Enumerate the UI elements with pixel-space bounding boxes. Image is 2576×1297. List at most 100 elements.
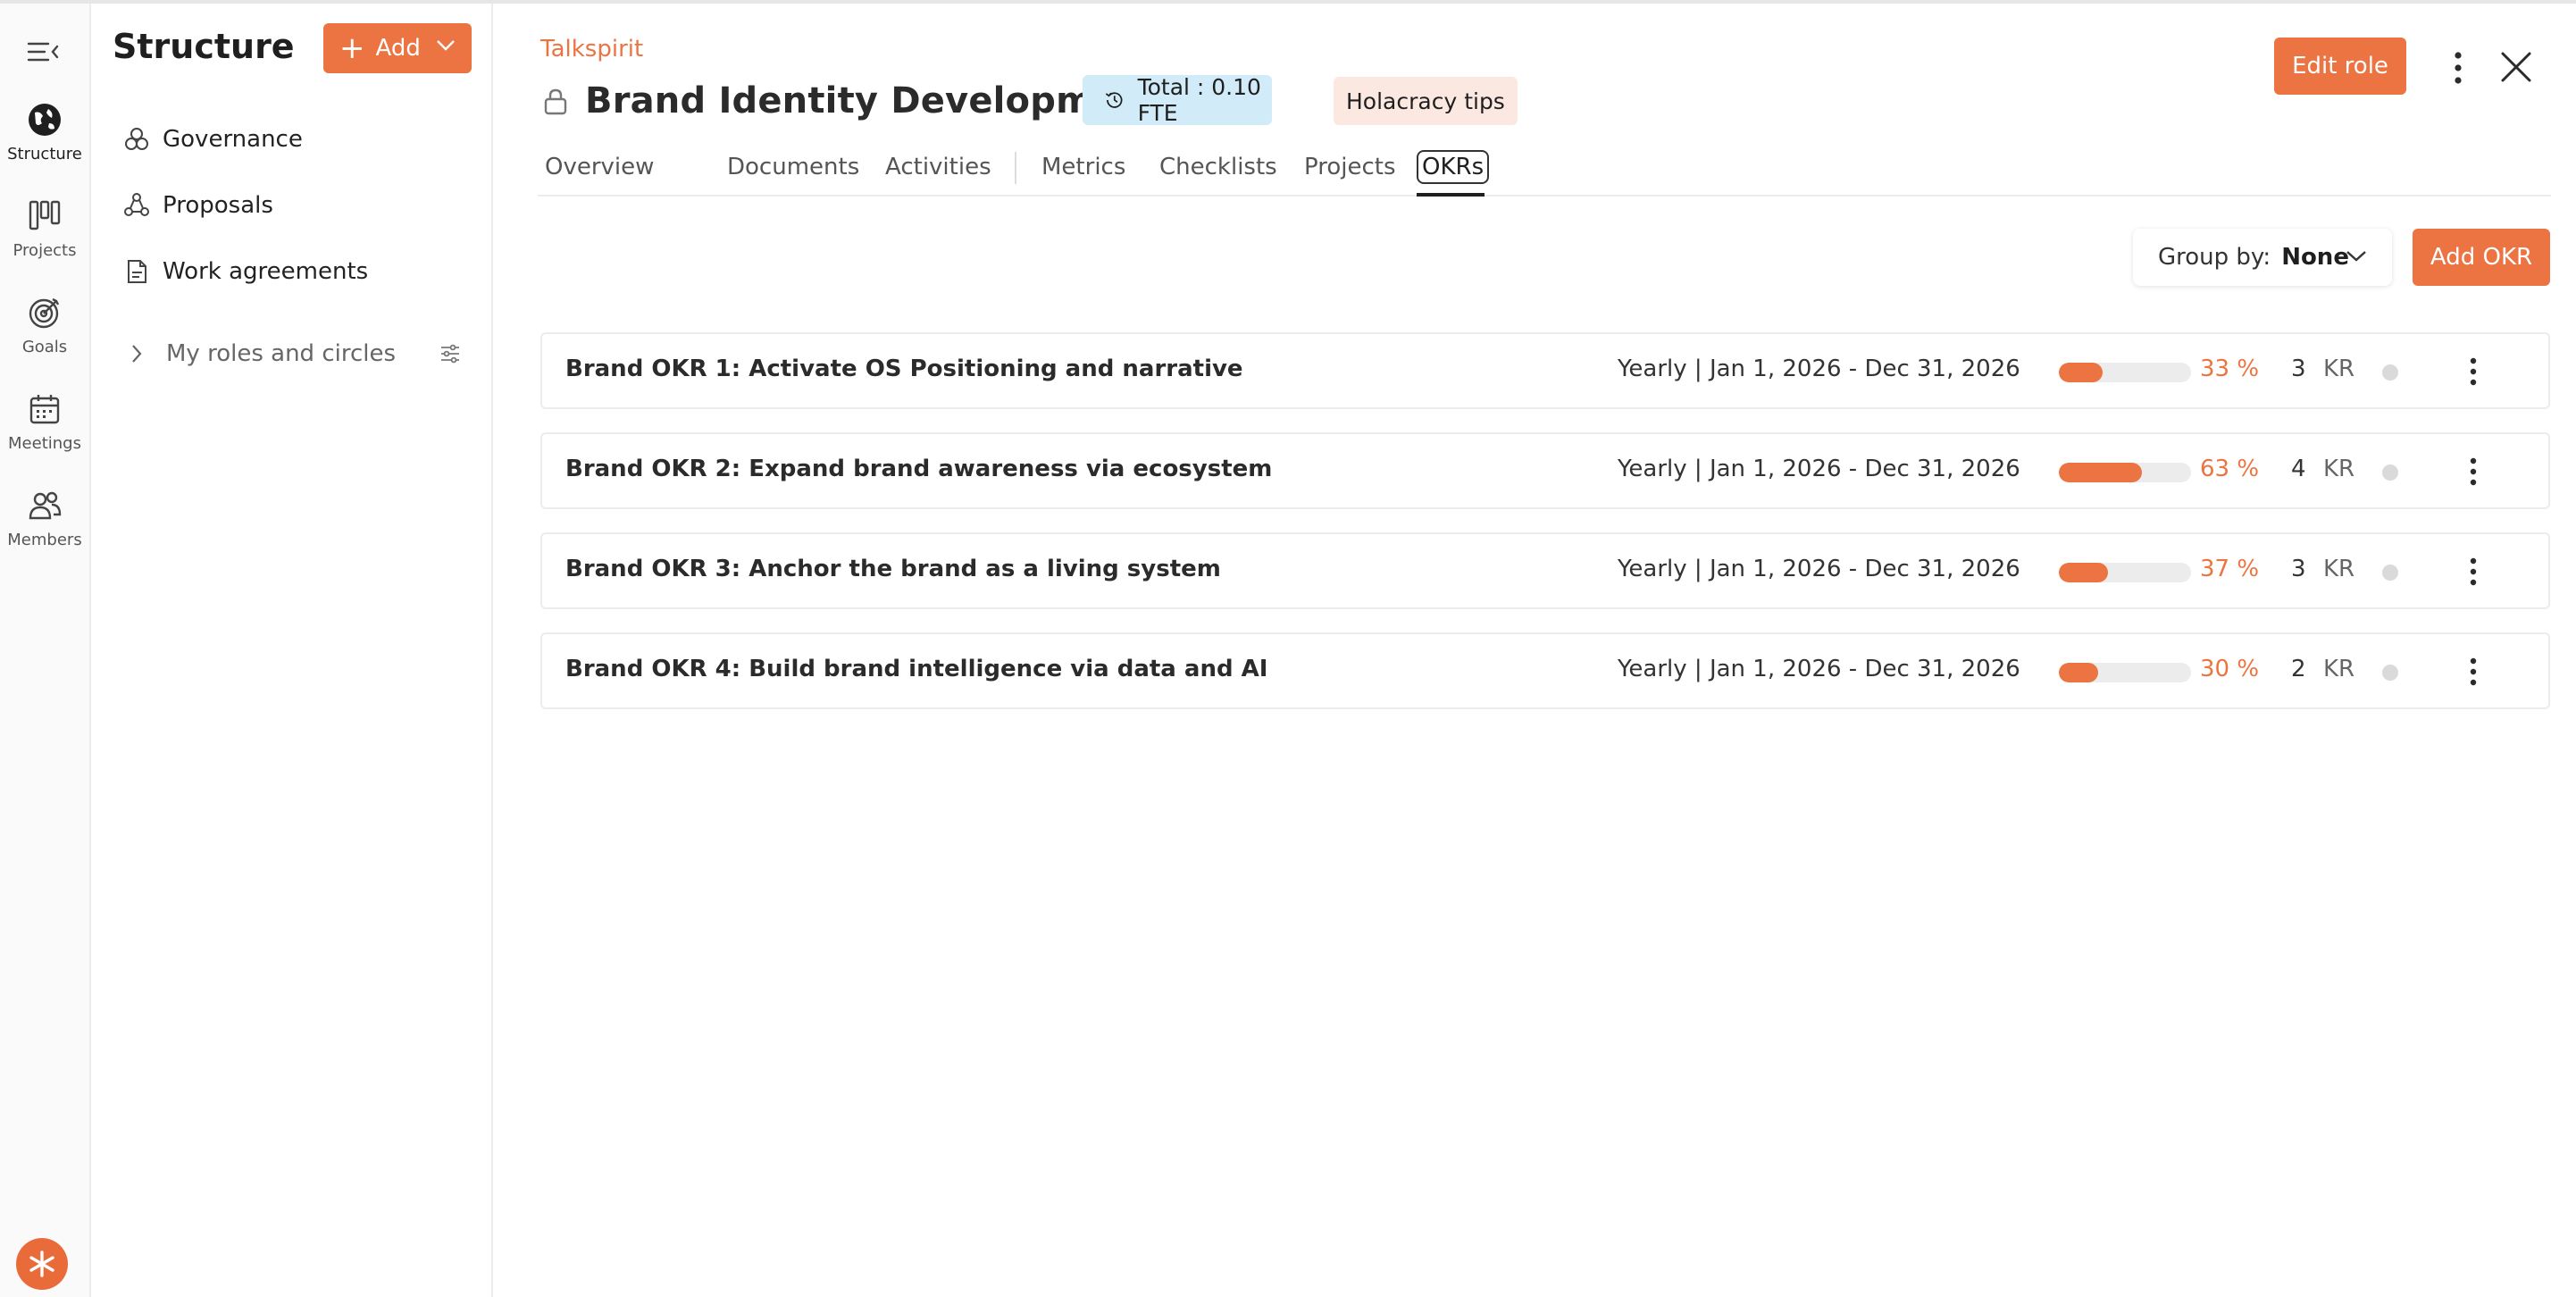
okr-kr-label: KR: [2323, 556, 2355, 582]
holacracy-tips-badge[interactable]: Holacracy tips: [1334, 77, 1518, 125]
active-tab-indicator: [1417, 193, 1485, 197]
rail-item-goals[interactable]: Goals: [0, 295, 89, 356]
proposals-icon: [124, 193, 149, 216]
okr-progress-bar: [2059, 563, 2191, 582]
add-okr-button[interactable]: Add OKR: [2413, 229, 2550, 286]
okr-title: Brand OKR 3: Anchor the brand as a livin…: [565, 556, 1221, 582]
okr-kr-count: 3: [2291, 356, 2306, 382]
rail-item-members[interactable]: Members: [0, 488, 89, 549]
page-title: Brand Identity Development: [585, 80, 1161, 121]
tab-separator: [1015, 152, 1016, 184]
plus-icon: +: [339, 30, 365, 66]
app-logo[interactable]: [16, 1238, 68, 1290]
chevron-down-icon: [2346, 251, 2366, 262]
edit-role-label: Edit role: [2292, 53, 2388, 79]
okr-kr-label: KR: [2323, 456, 2355, 482]
okr-kr-count: 4: [2291, 456, 2306, 482]
okr-status-dot: [2382, 464, 2398, 481]
document-icon: [128, 260, 146, 283]
close-icon[interactable]: [2499, 50, 2533, 84]
asterisk-logo-icon: [29, 1251, 54, 1277]
okr-progress-fill: [2059, 663, 2099, 682]
okr-more-options-icon[interactable]: [2468, 656, 2479, 688]
structure-sidebar: Structure + Add Governance Proposals Wor…: [91, 4, 493, 1297]
okr-title: Brand OKR 2: Expand brand awareness via …: [565, 456, 1273, 482]
app-rail: Structure Projects Goals Meetings Member…: [0, 4, 91, 1297]
okr-status-dot: [2382, 665, 2398, 681]
edit-role-button[interactable]: Edit role: [2274, 38, 2406, 95]
group-by-select[interactable]: Group by: None: [2133, 229, 2392, 286]
tab-activities[interactable]: Activities: [885, 154, 991, 180]
target-icon: [29, 297, 60, 329]
history-icon: [1105, 92, 1123, 108]
okr-kr-count: 3: [2291, 556, 2306, 582]
okr-more-options-icon[interactable]: [2468, 556, 2479, 588]
tab-okrs[interactable]: OKRs: [1417, 150, 1490, 184]
rail-item-meetings[interactable]: Meetings: [0, 391, 89, 453]
add-button-label: Add: [375, 35, 421, 62]
sidebar-item-label: Governance: [163, 126, 303, 153]
group-by-value: None: [2281, 244, 2349, 271]
fte-badge[interactable]: Total : 0.10 FTE: [1083, 74, 1272, 126]
tab-checklists[interactable]: Checklists: [1159, 154, 1277, 180]
more-options-icon[interactable]: [2451, 50, 2465, 86]
okr-title: Brand OKR 4: Build brand intelligence vi…: [565, 656, 1268, 682]
add-button[interactable]: + Add: [323, 23, 472, 73]
okr-period: Yearly | Jan 1, 2026 - Dec 31, 2026: [1618, 356, 2020, 382]
rail-item-structure[interactable]: Structure: [0, 102, 89, 163]
kanban-icon: [29, 200, 61, 230]
org-link[interactable]: Talkspirit: [540, 36, 643, 63]
rail-label: Meetings: [8, 434, 81, 453]
rail-item-projects[interactable]: Projects: [0, 198, 89, 260]
sidebar-title: Structure: [113, 27, 295, 66]
okr-progress-bar: [2059, 663, 2191, 682]
roles-label: My roles and circles: [166, 340, 397, 367]
okr-period: Yearly | Jan 1, 2026 - Dec 31, 2026: [1618, 556, 2020, 582]
okr-progress-percent: 37 %: [2200, 556, 2260, 582]
okr-row[interactable]: Brand OKR 2: Expand brand awareness via …: [540, 432, 2550, 509]
okr-progress-percent: 30 %: [2200, 656, 2260, 682]
group-by-label: Group by:: [2158, 244, 2271, 271]
okr-kr-label: KR: [2323, 356, 2355, 382]
role-tabs: Overview Documents Activities Metrics Ch…: [538, 146, 2551, 197]
chevron-down-icon: [437, 40, 455, 51]
okr-status-dot: [2382, 565, 2398, 581]
calendar-icon: [29, 395, 60, 424]
okr-progress-bar: [2059, 363, 2191, 382]
collapse-menu-icon[interactable]: [25, 36, 61, 68]
people-icon: [29, 491, 62, 520]
filter-settings-icon[interactable]: [439, 343, 461, 364]
rail-label: Structure: [7, 145, 82, 163]
rail-label: Goals: [21, 338, 68, 356]
fte-label: Total : 0.10 FTE: [1137, 74, 1261, 126]
sidebar-item-governance[interactable]: Governance: [123, 120, 303, 159]
okr-row[interactable]: Brand OKR 3: Anchor the brand as a livin…: [540, 532, 2550, 609]
my-roles-and-circles[interactable]: My roles and circles: [130, 334, 479, 373]
tab-projects[interactable]: Projects: [1304, 154, 1396, 180]
okr-row[interactable]: Brand OKR 4: Build brand intelligence vi…: [540, 632, 2550, 709]
tab-documents[interactable]: Documents: [727, 154, 859, 180]
rail-label: Projects: [13, 241, 77, 260]
okr-more-options-icon[interactable]: [2468, 456, 2479, 488]
tab-metrics[interactable]: Metrics: [1041, 154, 1125, 180]
okr-progress-percent: 63 %: [2200, 456, 2260, 482]
circles-icon: [125, 128, 148, 150]
lock-icon: [544, 88, 567, 115]
okr-row[interactable]: Brand OKR 1: Activate OS Positioning and…: [540, 332, 2550, 409]
sidebar-item-label: Work agreements: [163, 258, 369, 285]
okr-progress-fill: [2059, 463, 2143, 482]
sidebar-item-label: Proposals: [163, 192, 273, 219]
tips-label: Holacracy tips: [1346, 88, 1505, 114]
okr-progress-fill: [2059, 363, 2103, 382]
okr-progress-bar: [2059, 463, 2191, 482]
okr-kr-label: KR: [2323, 656, 2355, 682]
role-detail-panel: Talkspirit Brand Identity Development To…: [493, 4, 2576, 1297]
okr-progress-percent: 33 %: [2200, 356, 2260, 382]
okr-more-options-icon[interactable]: [2468, 356, 2479, 388]
sidebar-item-work-agreements[interactable]: Work agreements: [123, 252, 368, 291]
okr-title: Brand OKR 1: Activate OS Positioning and…: [565, 356, 1243, 382]
sidebar-item-proposals[interactable]: Proposals: [123, 186, 273, 225]
tab-overview[interactable]: Overview: [545, 154, 654, 180]
okr-status-dot: [2382, 364, 2398, 381]
globe-icon: [29, 104, 61, 136]
